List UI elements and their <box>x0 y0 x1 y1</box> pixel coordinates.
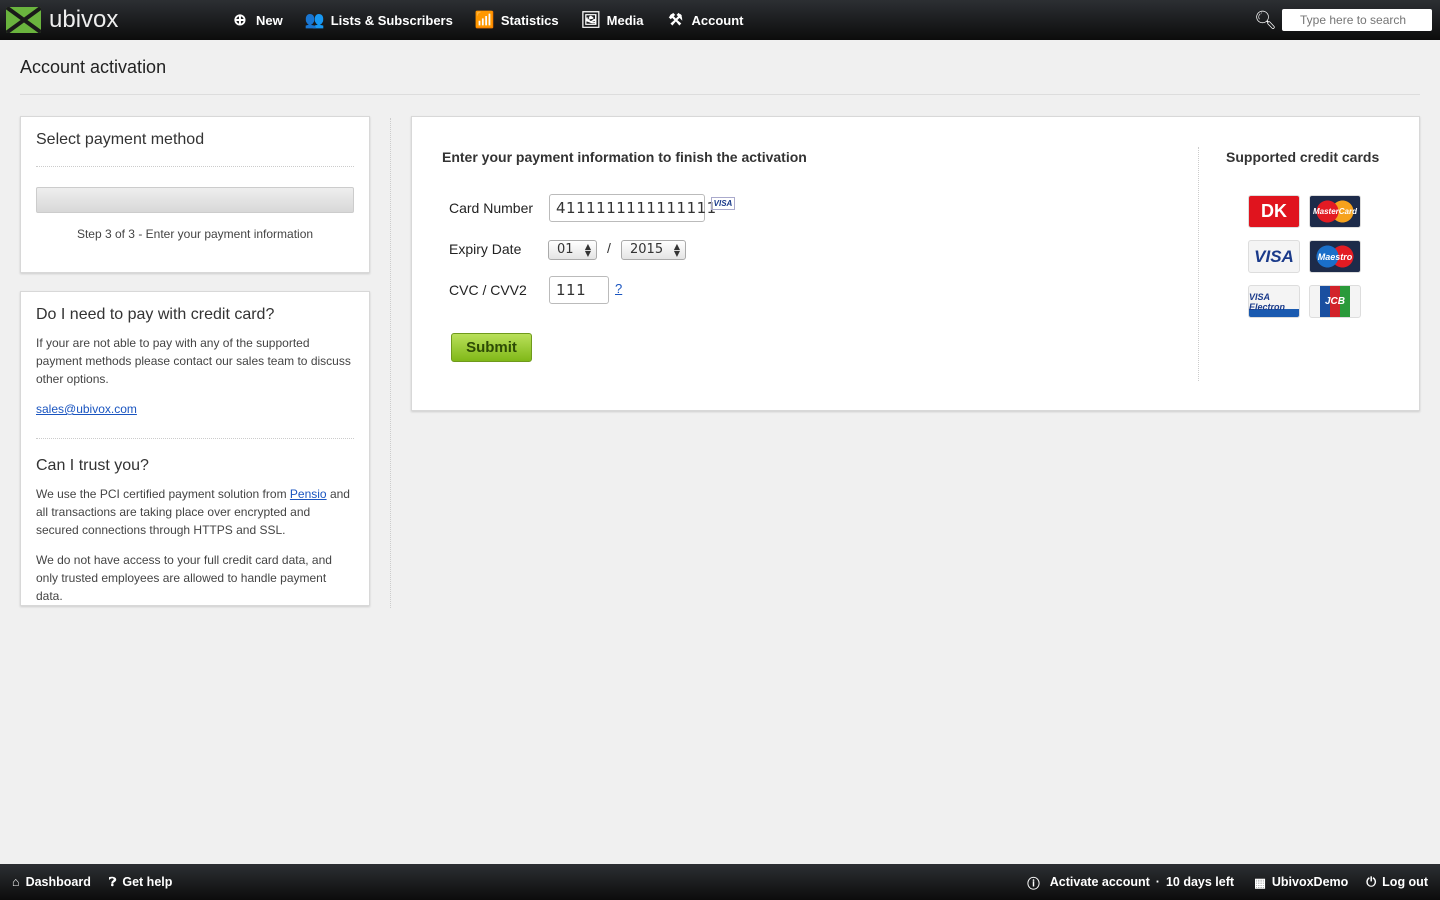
faq-answer: We do not have access to your full credi… <box>36 553 332 603</box>
footer-bar: ⌂ Dashboard ❓︎ Get help ⓘ Activate account ·… <box>0 864 1440 900</box>
date-separator: / <box>607 240 611 256</box>
card-logos: DK MasterCard VISA Maestro VISA Electron… <box>1248 195 1361 318</box>
payment-method-panel: Select payment method Step 3 of 3 - Ente… <box>20 116 370 273</box>
nav-statistics[interactable]: 📶 Statistics <box>475 10 559 30</box>
faq-answer: If your are not able to pay with any of … <box>36 336 351 386</box>
submit-button[interactable]: Submit <box>451 333 532 362</box>
payment-form-panel: Enter your payment information to finish… <box>411 116 1420 411</box>
building-icon: ▦ <box>1254 875 1266 890</box>
footer-dashboard[interactable]: ⌂ Dashboard <box>12 875 91 889</box>
form-heading: Enter your payment information to finish… <box>442 149 807 165</box>
divider <box>20 94 1420 95</box>
expiry-month-select[interactable]: 01 ▲ ▼ <box>548 240 597 260</box>
pensio-link[interactable]: Pensio <box>290 487 327 501</box>
divider <box>1198 147 1199 381</box>
users-icon: 👥 <box>304 12 325 29</box>
cvc-input[interactable]: 111 <box>549 276 609 304</box>
help-panel: Do I need to pay with credit card? If yo… <box>20 291 370 606</box>
chart-icon: 📶 <box>474 12 495 29</box>
visa-badge: VISA <box>711 197 735 210</box>
divider <box>390 118 391 608</box>
sales-email-link[interactable]: sales@ubivox.com <box>36 402 137 416</box>
maestro-logo: Maestro <box>1309 240 1361 273</box>
cvc-help-link[interactable]: ? <box>615 281 622 296</box>
cvc-label: CVC / CVV2 <box>449 282 527 298</box>
nav-new[interactable]: ⊕ New <box>230 10 282 30</box>
step-text: Step 3 of 3 - Enter your payment informa… <box>76 227 314 241</box>
supported-cards-title: Supported credit cards <box>1226 149 1380 165</box>
card-number-label: Card Number <box>449 200 534 216</box>
help-circle-icon: ❓︎ <box>108 874 117 889</box>
footer-account[interactable]: ▦ UbivoxDemo <box>1254 875 1348 890</box>
faq-question: Do I need to pay with credit card? <box>36 306 275 323</box>
top-navbar: ubivox ⊕ New 👥 Lists & Subscribers 📶 Statis… <box>0 0 1440 40</box>
nav-lists-subscribers[interactable]: 👥 Lists & Subscribers <box>305 10 453 30</box>
stepper-arrows-icon: ▲ ▼ <box>673 242 680 258</box>
home-icon: ⌂ <box>12 875 20 889</box>
stepper-arrows-icon: ▲ ▼ <box>584 242 591 258</box>
logo[interactable]: ubivox <box>6 6 226 34</box>
footer-activate-account[interactable]: ⓘ Activate account · 10 days left <box>1027 873 1234 892</box>
search-input[interactable] <box>1282 9 1432 31</box>
search-icon[interactable]: 🔍︎ <box>1254 10 1277 31</box>
footer-logout[interactable]: ⏻ Log out <box>1366 875 1428 890</box>
card-number-input[interactable]: 4111111111111111 <box>549 194 716 222</box>
nav-media[interactable]: 🖼 Media <box>581 10 644 30</box>
panel-title: Select payment method <box>36 131 205 148</box>
progress-bar <box>36 187 354 213</box>
footer-help[interactable]: ❓︎ Get help <box>109 875 173 890</box>
visa-electron-logo: VISA Electron <box>1248 285 1300 318</box>
info-circle-icon: ⓘ <box>1027 876 1040 891</box>
jcb-logo: JCB <box>1309 285 1361 318</box>
visa-logo: VISA <box>1248 240 1300 273</box>
power-icon: ⏻ <box>1366 874 1377 889</box>
image-icon: 🖼 <box>580 12 601 29</box>
faq-question: Can I trust you? <box>36 457 149 474</box>
nav-account[interactable]: ⚒ Account <box>666 10 743 30</box>
expiry-label: Expiry Date <box>449 241 522 257</box>
logo-mark <box>6 7 41 33</box>
page-title: Account activation <box>20 57 167 77</box>
faq-answer: We use the PCI certified payment solutio… <box>36 487 350 537</box>
tools-icon: ⚒ <box>668 12 683 29</box>
dankort-logo: DK <box>1248 195 1300 228</box>
mastercard-logo: MasterCard <box>1309 195 1361 228</box>
expiry-year-select[interactable]: 2015 ▲ ▼ <box>621 240 686 260</box>
plus-circle-icon: ⊕ <box>233 12 247 29</box>
